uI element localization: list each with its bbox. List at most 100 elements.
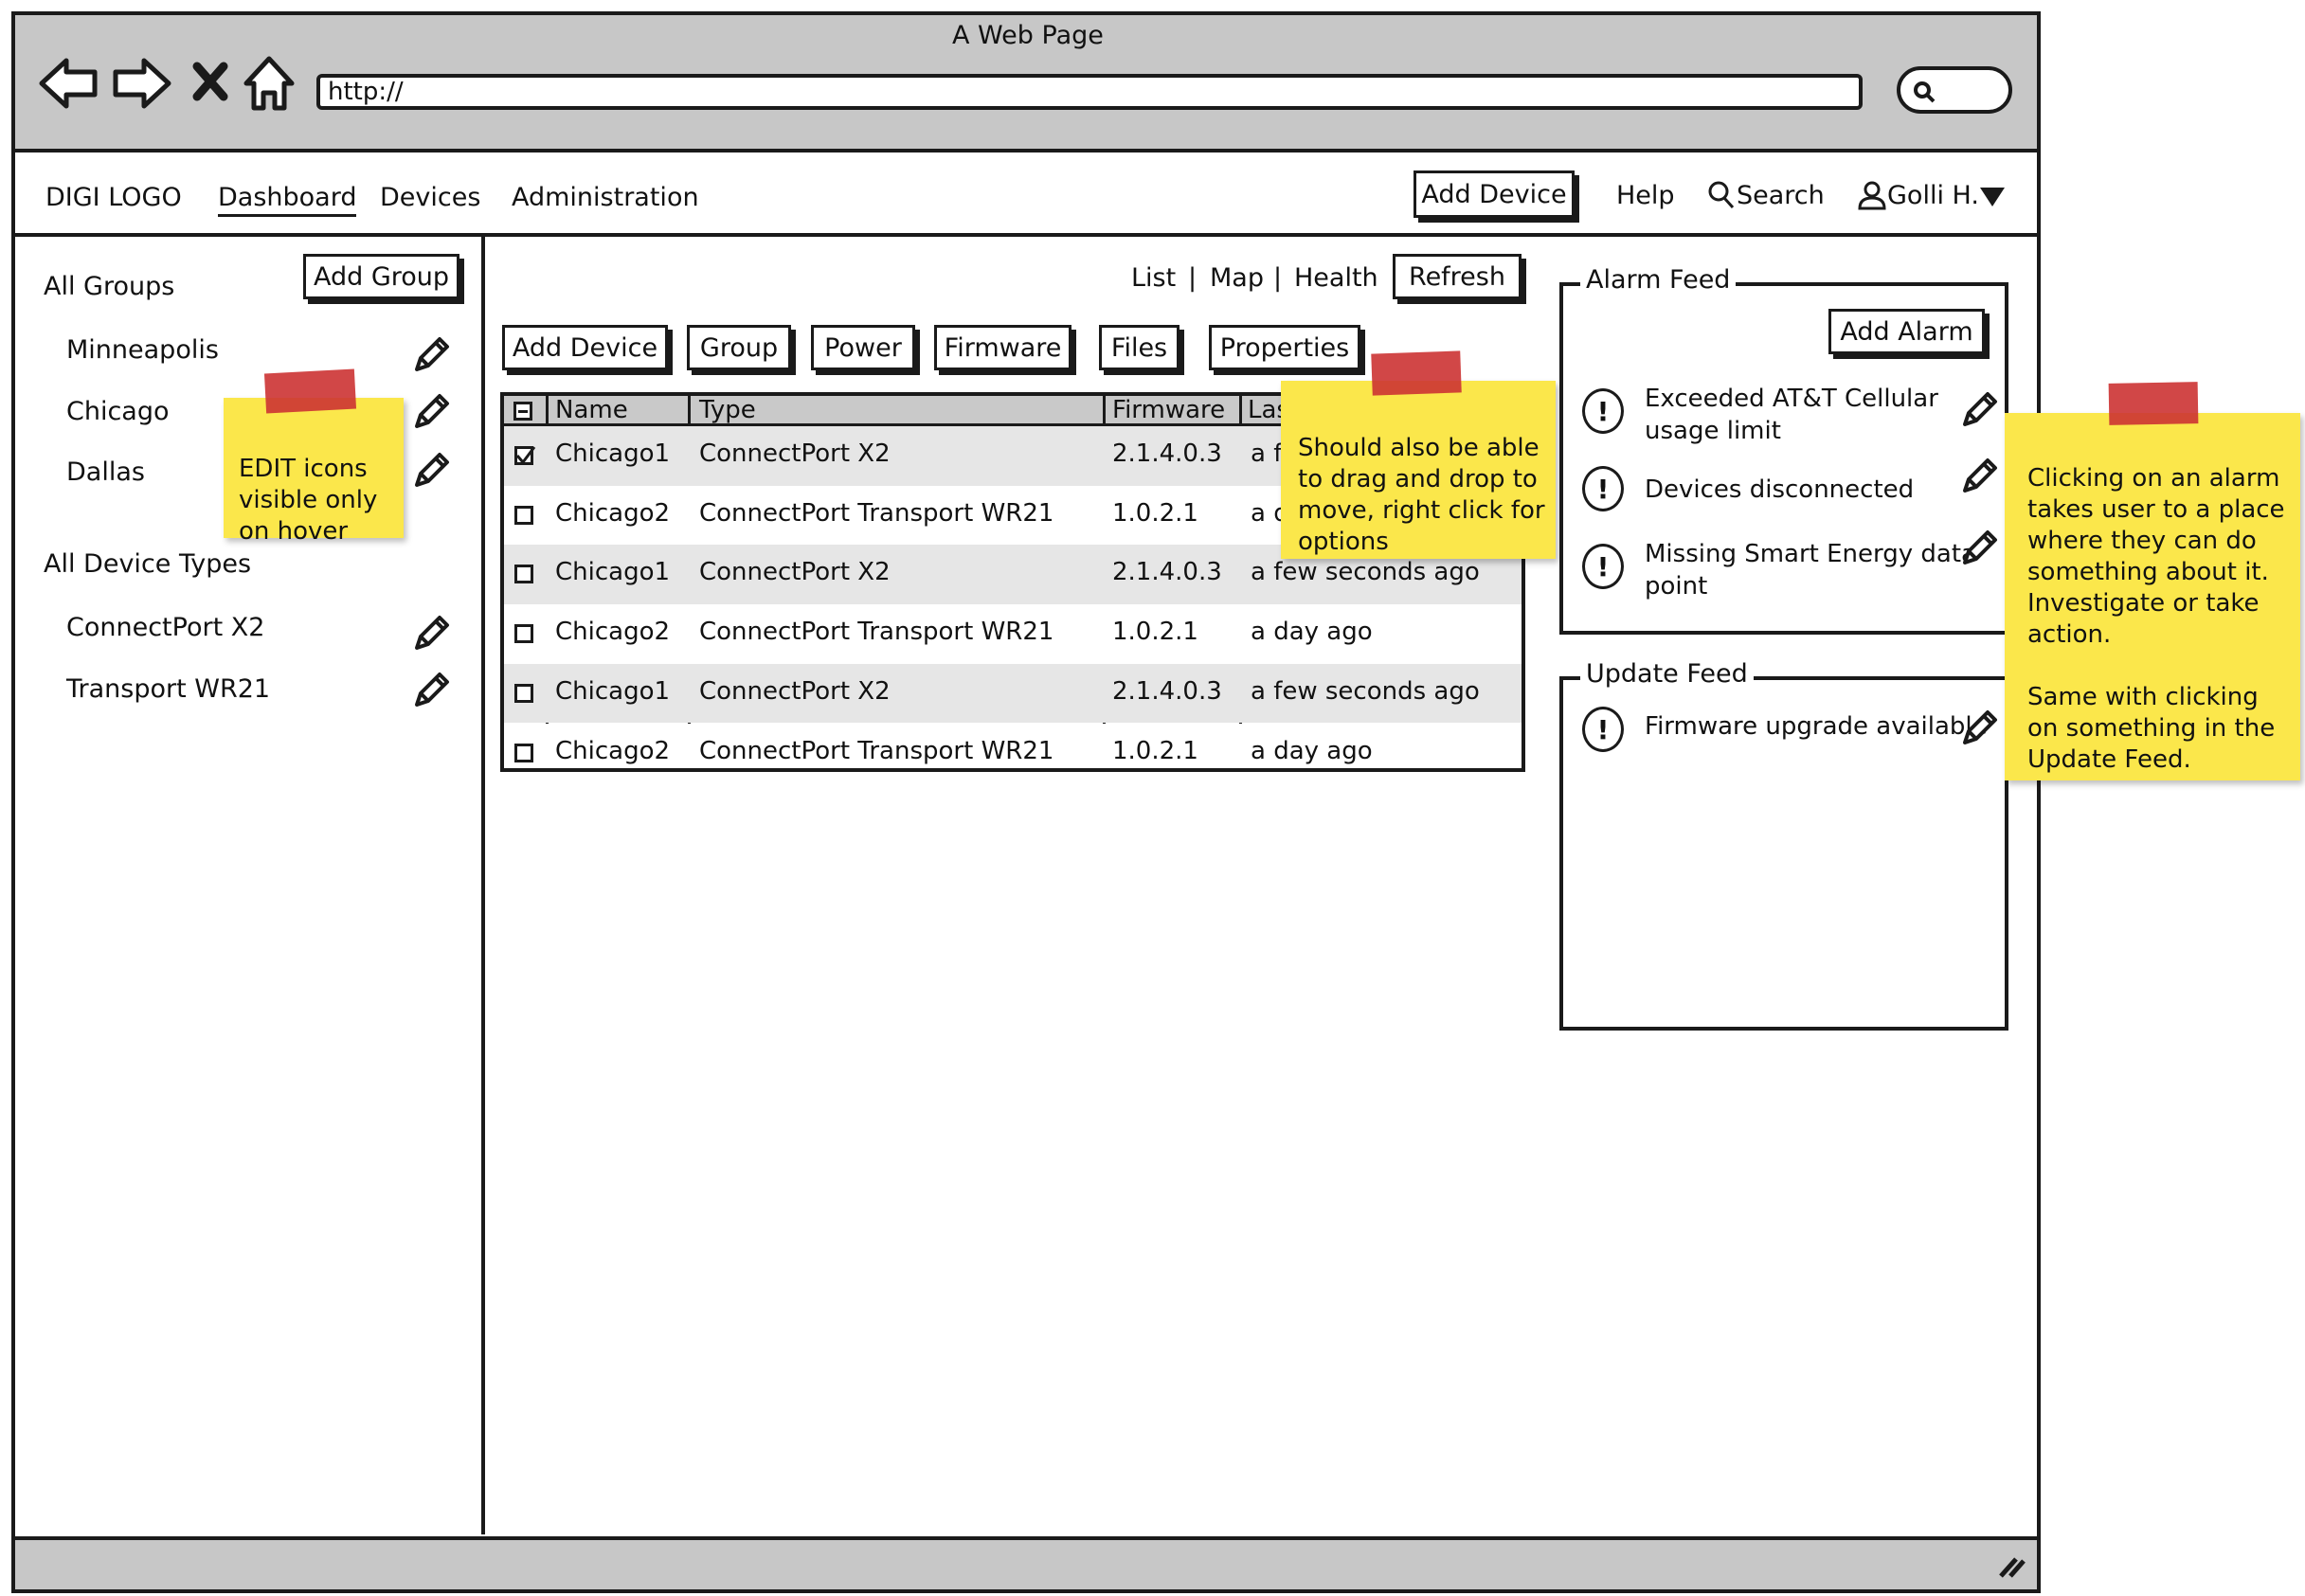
all-groups-header[interactable]: All Groups xyxy=(44,272,174,301)
cell-type: ConnectPort X2 xyxy=(699,676,891,706)
group-item-minneapolis[interactable]: Minneapolis xyxy=(66,335,219,365)
toolbar-group-button[interactable]: Group xyxy=(687,325,791,370)
table-row[interactable]: Chicago2 ConnectPort Transport WR21 1.0.2.… xyxy=(504,604,1522,664)
alarm-feed-title: Alarm Feed xyxy=(1580,265,1737,295)
cell-firmware: 1.0.2.1 xyxy=(1112,736,1198,765)
nav-help[interactable]: Help xyxy=(1616,181,1675,210)
alarm-warning-icon: ! xyxy=(1582,388,1624,434)
logo: DIGI LOGO xyxy=(45,183,182,212)
sticky-note-edit-icons: EDIT icons visible only on hover xyxy=(224,398,404,546)
type-item-transport-wr21[interactable]: Transport WR21 xyxy=(66,674,270,704)
edit-pencil-icon[interactable] xyxy=(1957,388,2001,432)
add-alarm-button[interactable]: Add Alarm xyxy=(1828,309,1985,354)
column-header-firmware[interactable]: Firmware xyxy=(1112,396,1225,424)
group-item-chicago[interactable]: Chicago xyxy=(66,397,170,426)
cell-type: ConnectPort Transport WR21 xyxy=(699,736,1054,765)
nav-search[interactable]: Search xyxy=(1737,181,1825,210)
view-health-link[interactable]: Health xyxy=(1294,263,1378,293)
cell-type: ConnectPort X2 xyxy=(699,558,891,587)
status-bar xyxy=(15,1536,2037,1589)
header-search-icon[interactable] xyxy=(1707,180,1736,210)
nav-devices[interactable]: Devices xyxy=(380,183,480,212)
sticky-note-text: Clicking on an alarm takes user to a pla… xyxy=(2027,464,2285,774)
window-title: A Web Page xyxy=(952,21,1104,50)
nav-dashboard[interactable]: Dashboard xyxy=(218,183,357,217)
type-item-connectport-x2[interactable]: ConnectPort X2 xyxy=(66,613,264,642)
edit-pencil-icon[interactable] xyxy=(409,333,453,377)
sticky-tape xyxy=(2108,382,2199,425)
cell-name: Chicago2 xyxy=(555,736,671,765)
search-icon xyxy=(1914,81,1936,103)
view-list-link[interactable]: List xyxy=(1131,263,1176,293)
cell-name: Chicago1 xyxy=(555,676,671,706)
sticky-note-alarm-click: Clicking on an alarm takes user to a pla… xyxy=(2005,413,2300,780)
view-separator: | xyxy=(1273,263,1283,293)
user-name[interactable]: Golli H. xyxy=(1887,181,1979,210)
select-all-checkbox[interactable] xyxy=(513,402,532,421)
edit-pencil-icon[interactable] xyxy=(1957,707,2001,750)
url-text: http:// xyxy=(328,78,404,106)
cell-last-seen: a day ago xyxy=(1251,618,1373,647)
home-icon[interactable] xyxy=(243,55,296,112)
alarm-item[interactable]: Missing Smart Energy data point xyxy=(1645,538,1976,602)
cell-type: ConnectPort Transport WR21 xyxy=(699,498,1054,528)
view-map-link[interactable]: Map xyxy=(1210,263,1264,293)
cell-firmware: 1.0.2.1 xyxy=(1112,618,1198,647)
row-checkbox[interactable] xyxy=(514,624,533,644)
alarm-item[interactable]: Devices disconnected xyxy=(1645,475,1914,504)
table-row[interactable]: Chicago1 ConnectPort X2 2.1.4.0.3 a few sec… xyxy=(504,663,1522,724)
browser-search-box[interactable] xyxy=(1897,66,2012,114)
edit-pencil-icon[interactable] xyxy=(409,390,453,434)
close-icon[interactable] xyxy=(191,61,229,102)
refresh-button[interactable]: Refresh xyxy=(1393,254,1522,299)
row-checkbox[interactable] xyxy=(514,743,533,762)
edit-pencil-icon[interactable] xyxy=(1957,527,2001,570)
edit-pencil-icon[interactable] xyxy=(409,612,453,655)
toolbar-power-button[interactable]: Power xyxy=(811,325,915,370)
checkmark-icon xyxy=(515,446,536,465)
cell-last-seen: a few seconds ago xyxy=(1251,676,1480,706)
toolbar-firmware-button[interactable]: Firmware xyxy=(934,325,1071,370)
table-row[interactable]: Chicago2 ConnectPort Transport WR21 1.0.2.… xyxy=(504,723,1522,768)
update-item[interactable]: Firmware upgrade available xyxy=(1645,712,1988,741)
cell-last-seen: a few seconds ago xyxy=(1251,558,1480,587)
cell-firmware: 2.1.4.0.3 xyxy=(1112,676,1222,706)
column-header-type[interactable]: Type xyxy=(699,396,756,424)
group-item-dallas[interactable]: Dallas xyxy=(66,457,145,487)
toolbar-files-button[interactable]: Files xyxy=(1099,325,1180,370)
toolbar-add-device-button[interactable]: Add Device xyxy=(502,325,668,370)
sticky-tape xyxy=(263,368,357,414)
back-arrow-icon[interactable] xyxy=(38,57,99,110)
alarm-warning-icon: ! xyxy=(1582,544,1624,589)
update-feed-title: Update Feed xyxy=(1580,659,1754,689)
resize-grip-icon[interactable] xyxy=(1995,1551,2027,1580)
alarm-item[interactable]: Exceeded AT&T Cellular usage limit xyxy=(1645,383,1938,447)
cell-name: Chicago2 xyxy=(555,498,671,528)
cell-firmware: 1.0.2.1 xyxy=(1112,498,1198,528)
nav-administration[interactable]: Administration xyxy=(512,183,699,212)
forward-arrow-icon[interactable] xyxy=(112,57,172,110)
header-add-device-button[interactable]: Add Device xyxy=(1414,170,1575,218)
url-bar[interactable]: http:// xyxy=(316,74,1863,110)
sticky-tape xyxy=(1371,350,1462,396)
sticky-note-text: Should also be able to drag and drop to … xyxy=(1298,434,1545,556)
cell-name: Chicago2 xyxy=(555,618,671,647)
sticky-note-text: EDIT icons visible only on hover xyxy=(239,455,378,546)
all-device-types-header[interactable]: All Device Types xyxy=(44,549,251,579)
row-checkbox[interactable] xyxy=(514,565,533,584)
row-checkbox[interactable] xyxy=(514,505,533,525)
view-separator: | xyxy=(1188,263,1198,293)
cell-name: Chicago1 xyxy=(555,439,671,468)
update-info-icon: ! xyxy=(1582,707,1624,752)
row-checkbox[interactable] xyxy=(514,683,533,703)
cell-firmware: 2.1.4.0.3 xyxy=(1112,558,1222,587)
chevron-down-icon[interactable] xyxy=(1978,186,2007,208)
add-group-button[interactable]: Add Group xyxy=(303,254,459,299)
edit-pencil-icon[interactable] xyxy=(409,669,453,712)
toolbar-properties-button[interactable]: Properties xyxy=(1209,325,1360,370)
row-checkbox[interactable] xyxy=(514,446,536,465)
cell-last-seen: a day ago xyxy=(1251,736,1373,765)
column-header-name[interactable]: Name xyxy=(555,396,628,424)
edit-pencil-icon[interactable] xyxy=(1957,455,2001,498)
edit-pencil-icon[interactable] xyxy=(409,449,453,493)
